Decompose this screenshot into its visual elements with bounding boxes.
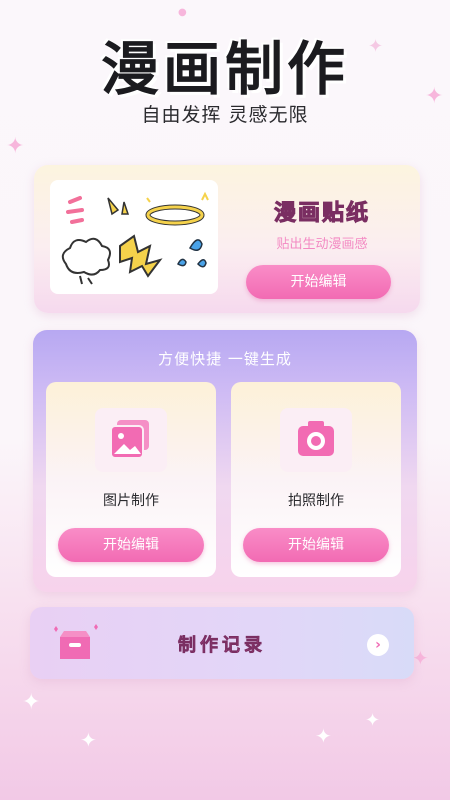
sparkle-icon: ✦ [315, 724, 332, 748]
image-icon-tile [95, 408, 167, 472]
image-start-edit-button[interactable]: 开始编辑 [58, 528, 204, 562]
sticker-card[interactable]: 漫画贴纸 贴出生动漫画感 开始编辑 [34, 165, 420, 313]
sticker-card-subtitle: 贴出生动漫画感 [276, 237, 368, 252]
image-create-card[interactable]: 图片制作 开始编辑 [46, 382, 216, 577]
sparkle-icon: ✦ [22, 690, 41, 715]
photo-create-card[interactable]: 拍照制作 开始编辑 [231, 382, 401, 577]
sticker-preview [50, 180, 218, 294]
image-stack-icon [110, 420, 149, 459]
photo-start-edit-button[interactable]: 开始编辑 [243, 528, 389, 562]
quick-create-heading: 方便快捷 一键生成 [158, 350, 292, 368]
records-label: 制作记录 [178, 635, 266, 657]
records-bar[interactable]: 制作记录 › [30, 607, 414, 679]
sparkle-icon: ✦ [6, 134, 25, 159]
sparkle-icon: ● [178, 7, 187, 18]
sparkle-icon: ✦ [412, 646, 429, 670]
chevron-right-icon[interactable]: › [367, 634, 389, 656]
page-title: 漫画制作 [100, 35, 349, 103]
image-create-label: 图片制作 [103, 493, 159, 509]
comic-stickers-icon [61, 191, 209, 285]
photo-create-label: 拍照制作 [288, 493, 344, 509]
sparkle-icon: ✦ [365, 710, 381, 731]
camera-icon-tile [280, 408, 352, 472]
sticker-card-title: 漫画贴纸 [273, 201, 370, 227]
sparkle-icon: ✦ [80, 728, 97, 752]
camera-icon [298, 421, 334, 456]
sticker-start-edit-button[interactable]: 开始编辑 [246, 265, 391, 299]
page-subtitle: 自由发挥 灵感无限 [141, 104, 309, 126]
quick-create-card: 方便快捷 一键生成 图片制作 开始编辑 拍照制作 开始编辑 [33, 330, 417, 592]
